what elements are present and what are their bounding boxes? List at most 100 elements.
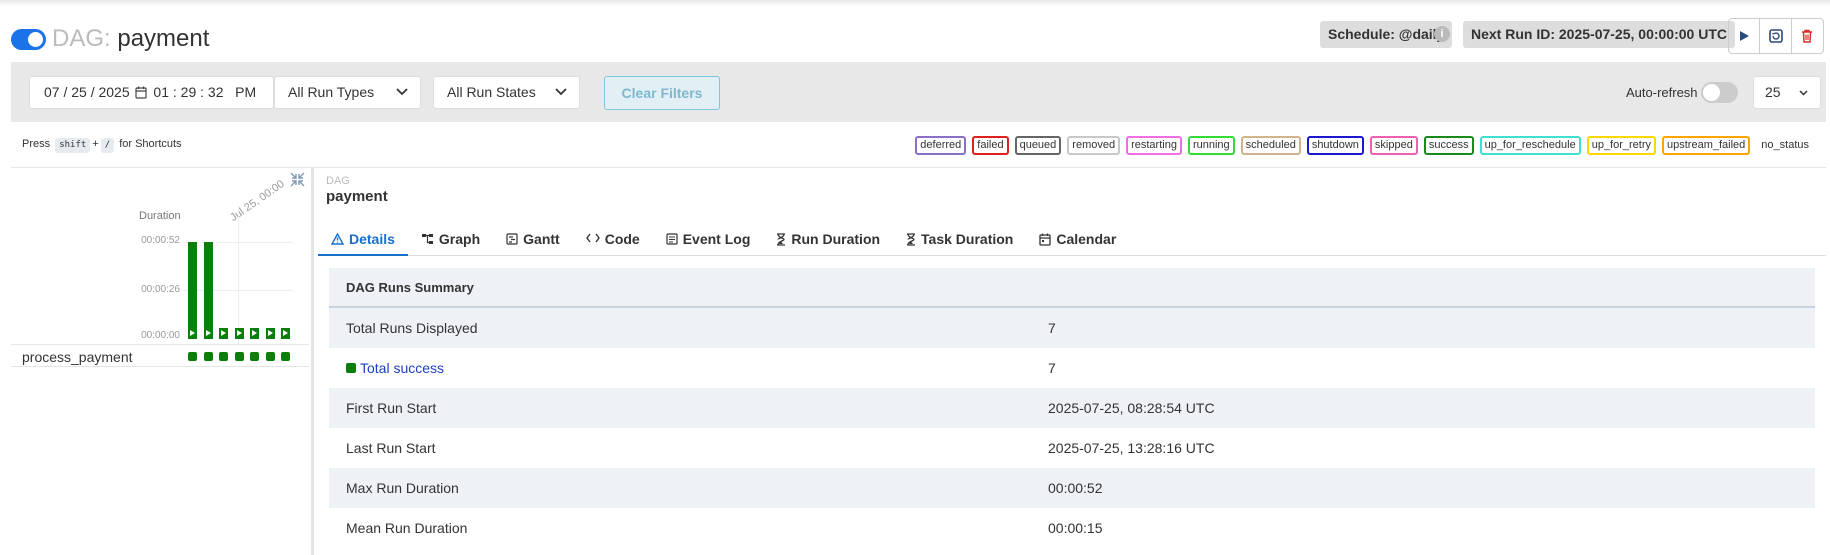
run-bar[interactable]: [265, 328, 275, 339]
legend-up-for-reschedule[interactable]: up_for_reschedule: [1479, 136, 1581, 155]
tab-calendar[interactable]: Calendar: [1026, 222, 1129, 256]
tab-label: Event Log: [682, 231, 751, 247]
tab-label: Calendar: [1056, 231, 1117, 247]
delete-dag-button[interactable]: [1792, 19, 1823, 53]
shortcuts-suffix: for Shortcuts: [119, 138, 182, 150]
summary-key-text: Max Run Duration: [346, 480, 459, 496]
play-icon: [1740, 31, 1750, 41]
run-bar[interactable]: [203, 242, 213, 339]
dag-tabs: Details Graph Gantt Code Event Log Run D…: [318, 222, 1826, 256]
auto-refresh-toggle[interactable]: [1701, 82, 1738, 103]
legend-up-for-retry[interactable]: up_for_retry: [1586, 136, 1657, 155]
run-states-select[interactable]: All Run States: [433, 76, 580, 109]
run-types-select[interactable]: All Run Types: [274, 76, 421, 109]
date-marker-line: [238, 205, 239, 345]
tab-label: Task Duration: [921, 231, 1014, 247]
summary-key: Max Run Duration: [346, 468, 459, 508]
duration-axis-label: Duration: [139, 210, 181, 222]
legend-queued[interactable]: queued: [1014, 136, 1062, 155]
top-shadow: [0, 0, 1830, 6]
calendar-icon[interactable]: [134, 86, 147, 99]
run-bar[interactable]: [219, 328, 228, 339]
summary-key-text: Total Runs Displayed: [346, 320, 478, 336]
dag-name-breadcrumb[interactable]: payment: [326, 188, 388, 205]
schedule-badge: Schedule: @daily: [1320, 21, 1453, 48]
legend-success[interactable]: success: [1423, 136, 1474, 155]
legend-no-status[interactable]: no_status: [1756, 136, 1814, 155]
tab-event-log[interactable]: Event Log: [653, 222, 764, 256]
tab-task-duration[interactable]: Task Duration: [893, 222, 1026, 256]
chevron-down-icon: [555, 88, 567, 96]
task-instance-cell[interactable]: [250, 352, 259, 361]
summary-value: 2025-07-25, 08:28:54 UTC: [1048, 400, 1215, 416]
warning-icon: [331, 233, 344, 245]
trigger-dag-button[interactable]: [1729, 19, 1761, 53]
tab-gantt[interactable]: Gantt: [493, 222, 573, 256]
summary-value: 7: [1048, 320, 1056, 336]
legend-shutdown[interactable]: shutdown: [1306, 136, 1364, 155]
legend-skipped[interactable]: skipped: [1369, 136, 1418, 155]
legend-restarting[interactable]: restarting: [1126, 136, 1182, 155]
dag-name: payment: [117, 25, 210, 52]
hourglass-icon: [777, 233, 786, 246]
dag-pause-toggle[interactable]: [11, 29, 46, 50]
summary-value: 00:00:15: [1048, 520, 1103, 536]
play-icon: [221, 330, 226, 336]
task-instance-cell[interactable]: [188, 352, 197, 361]
summary-key: First Run Start: [346, 388, 436, 428]
legend-failed[interactable]: failed: [972, 136, 1009, 155]
legend-scheduled[interactable]: scheduled: [1240, 136, 1301, 155]
run-bar[interactable]: [281, 328, 290, 339]
divider: [11, 167, 1826, 168]
reparse-dag-button[interactable]: [1760, 19, 1792, 53]
summary-value: 2025-07-25, 13:28:16 UTC: [1048, 440, 1215, 456]
play-icon: [283, 330, 288, 336]
dag-header: DAG: payment Schedule: @daily i Next Run…: [0, 18, 1830, 62]
toggle-knob: [1703, 84, 1720, 101]
task-instance-cell[interactable]: [265, 352, 275, 361]
task-instance-cell[interactable]: [234, 352, 244, 361]
task-instance-cell[interactable]: [219, 352, 228, 361]
task-row[interactable]: process_payment: [11, 344, 309, 367]
summary-key: Total Runs Displayed: [346, 308, 478, 348]
graph-icon: [421, 234, 433, 244]
task-name[interactable]: process_payment: [22, 349, 133, 365]
legend-deferred[interactable]: deferred: [915, 136, 967, 155]
task-instance-cell[interactable]: [281, 352, 290, 361]
run-types-value: All Run Types: [288, 84, 375, 100]
tab-run-duration[interactable]: Run Duration: [763, 222, 893, 256]
summary-key-text: Total success: [360, 360, 445, 376]
tab-label: Run Duration: [791, 231, 881, 247]
tab-label: Gantt: [523, 231, 560, 247]
time-value: 01 : 29 : 32 PM: [153, 84, 257, 100]
summary-value: 00:00:52: [1048, 480, 1103, 496]
summary-key-text: Mean Run Duration: [346, 520, 468, 536]
run-bar[interactable]: [250, 328, 259, 339]
pane-resizer[interactable]: [311, 168, 314, 555]
run-date-label: Jul 25, 00:00: [228, 178, 287, 224]
num-runs-select[interactable]: 25: [1753, 76, 1821, 109]
legend-upstream-failed[interactable]: upstream_failed: [1662, 136, 1751, 155]
trash-icon: [1802, 29, 1813, 43]
shortcuts-hint: Press shift + / for Shortcuts: [22, 138, 182, 153]
chevron-down-icon: [396, 88, 408, 96]
run-bar[interactable]: [234, 328, 244, 339]
success-status-icon: [346, 363, 356, 373]
legend-removed[interactable]: removed: [1067, 136, 1121, 155]
legend-running[interactable]: running: [1187, 136, 1235, 155]
chevron-down-icon: [1799, 90, 1808, 96]
info-icon[interactable]: i: [1434, 26, 1450, 42]
play-icon: [190, 330, 195, 336]
summary-key[interactable]: Total success: [346, 348, 444, 388]
summary-value: 7: [1048, 360, 1056, 376]
task-instance-cell[interactable]: [203, 352, 213, 361]
tab-graph[interactable]: Graph: [408, 222, 493, 256]
dag-actions: [1728, 18, 1824, 54]
run-bar[interactable]: [188, 242, 197, 339]
summary-title: DAG Runs Summary: [329, 268, 1815, 308]
tab-code[interactable]: Code: [573, 222, 653, 256]
collapse-icon[interactable]: [290, 172, 305, 187]
base-date-input[interactable]: 07 / 25 / 2025 01 : 29 : 32 PM: [29, 76, 274, 109]
tab-details[interactable]: Details: [318, 222, 408, 256]
clear-filters-button[interactable]: Clear Filters: [604, 76, 720, 110]
